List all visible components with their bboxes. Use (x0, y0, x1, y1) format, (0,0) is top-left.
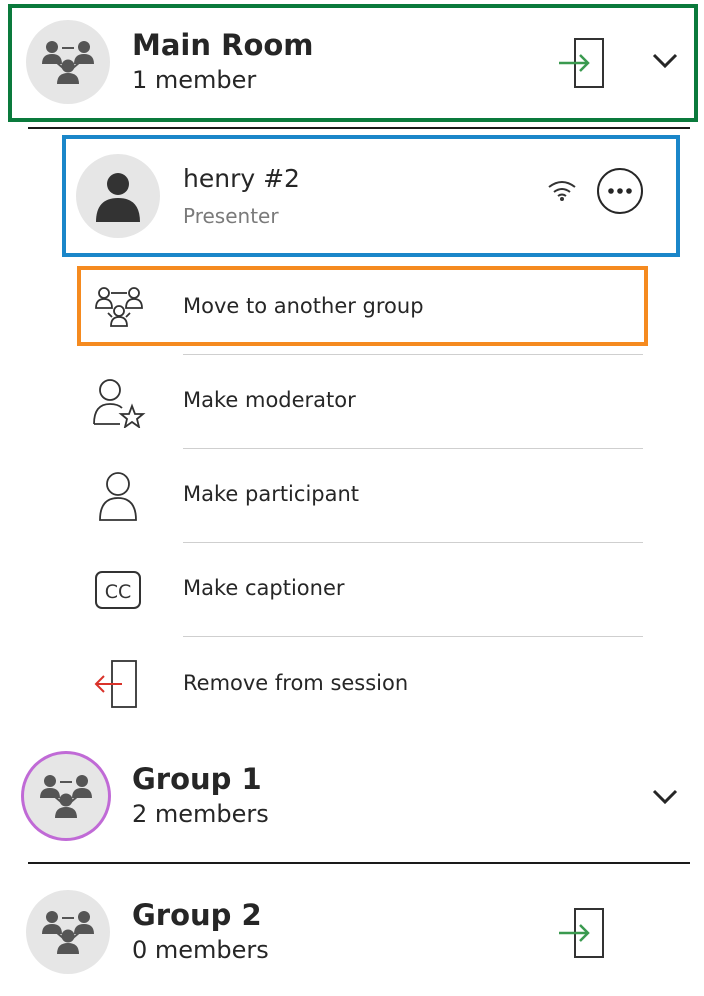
section-divider (28, 862, 690, 864)
expand-main-room-button[interactable] (650, 50, 680, 72)
menu-divider (183, 636, 643, 637)
group-1-member-count: 2 members (132, 800, 269, 828)
group-icon (36, 34, 100, 90)
section-divider (28, 127, 690, 129)
more-options-icon (596, 167, 644, 215)
attendee-more-options-button[interactable] (596, 167, 644, 215)
menu-item-label: Move to another group (183, 294, 424, 318)
join-group-2-button[interactable] (556, 906, 608, 960)
exit-door-icon (92, 658, 144, 712)
main-room-member-count: 1 member (132, 66, 257, 94)
menu-item-label: Make moderator (183, 388, 356, 412)
join-icon (556, 36, 608, 90)
main-room-title: Main Room (132, 28, 314, 62)
main-room-avatar (26, 20, 110, 104)
user-icon (92, 168, 144, 224)
svg-text:CC: CC (105, 581, 132, 603)
group-2-title: Group 2 (132, 898, 262, 932)
chevron-down-icon (650, 50, 680, 72)
group-move-icon (92, 284, 146, 332)
group-icon (34, 768, 98, 824)
group-1-title: Group 1 (132, 762, 262, 796)
chevron-down-icon (650, 786, 680, 808)
wifi-icon (546, 178, 578, 202)
menu-item-label: Make participant (183, 482, 360, 506)
group-2-avatar (26, 890, 110, 974)
connection-status (546, 178, 578, 202)
attendee-role: Presenter (183, 204, 279, 228)
user-outline-icon (96, 470, 140, 522)
attendee-avatar (76, 154, 160, 238)
menu-item-label: Remove from session (183, 671, 409, 695)
closed-caption-icon: CC (94, 570, 144, 610)
join-room-button[interactable] (556, 36, 608, 90)
attendee-name: henry #2 (183, 164, 300, 193)
group-2-member-count: 0 members (132, 936, 269, 964)
menu-divider (183, 448, 643, 449)
group-1-avatar (24, 754, 108, 838)
group-icon (36, 904, 100, 960)
menu-item-label: Make captioner (183, 576, 345, 600)
expand-group-1-button[interactable] (650, 786, 680, 808)
join-icon (556, 906, 608, 960)
menu-divider (183, 542, 643, 543)
menu-divider (183, 354, 643, 355)
user-star-icon (92, 376, 146, 428)
